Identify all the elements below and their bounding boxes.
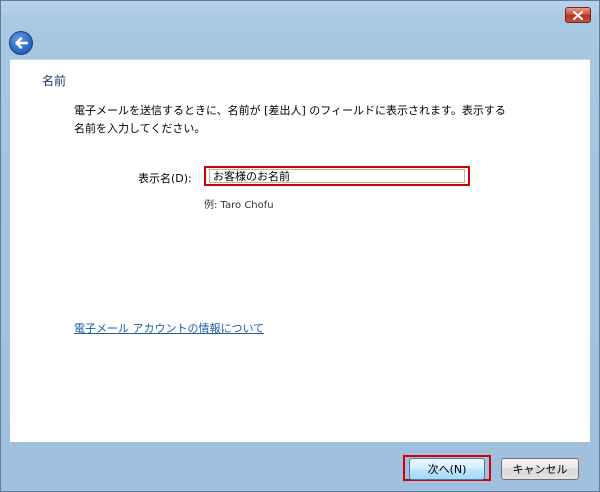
display-name-label: 表示名(D): xyxy=(138,172,192,185)
page-title: 名前 xyxy=(42,74,67,88)
back-button[interactable] xyxy=(9,31,33,55)
back-arrow-icon xyxy=(15,37,28,49)
display-name-example: 例: Taro Chofu xyxy=(204,200,274,211)
description-line-1: 電子メールを送信するときに、名前が [差出人] のフィールドに表示されます。表示… xyxy=(74,104,506,117)
navigation-bar xyxy=(1,29,599,57)
close-button[interactable] xyxy=(565,7,591,23)
wizard-window: 名前 電子メールを送信するときに、名前が [差出人] のフィールドに表示されます… xyxy=(0,0,600,492)
cancel-button[interactable]: キャンセル xyxy=(501,458,579,480)
close-icon xyxy=(573,10,583,20)
display-name-input[interactable] xyxy=(209,169,465,183)
description: 電子メールを送信するときに、名前が [差出人] のフィールドに表示されます。表示… xyxy=(74,102,514,138)
email-account-info-link[interactable]: 電子メール アカウントの情報について xyxy=(74,320,264,336)
title-bar xyxy=(1,1,599,29)
next-button[interactable]: 次へ(N) xyxy=(409,458,485,480)
wizard-content: 名前 電子メールを送信するときに、名前が [差出人] のフィールドに表示されます… xyxy=(10,59,590,442)
description-line-2: 名前を入力してください。 xyxy=(74,122,206,135)
display-name-highlight xyxy=(204,166,470,186)
button-bar: 次へ(N) キャンセル xyxy=(1,445,599,491)
